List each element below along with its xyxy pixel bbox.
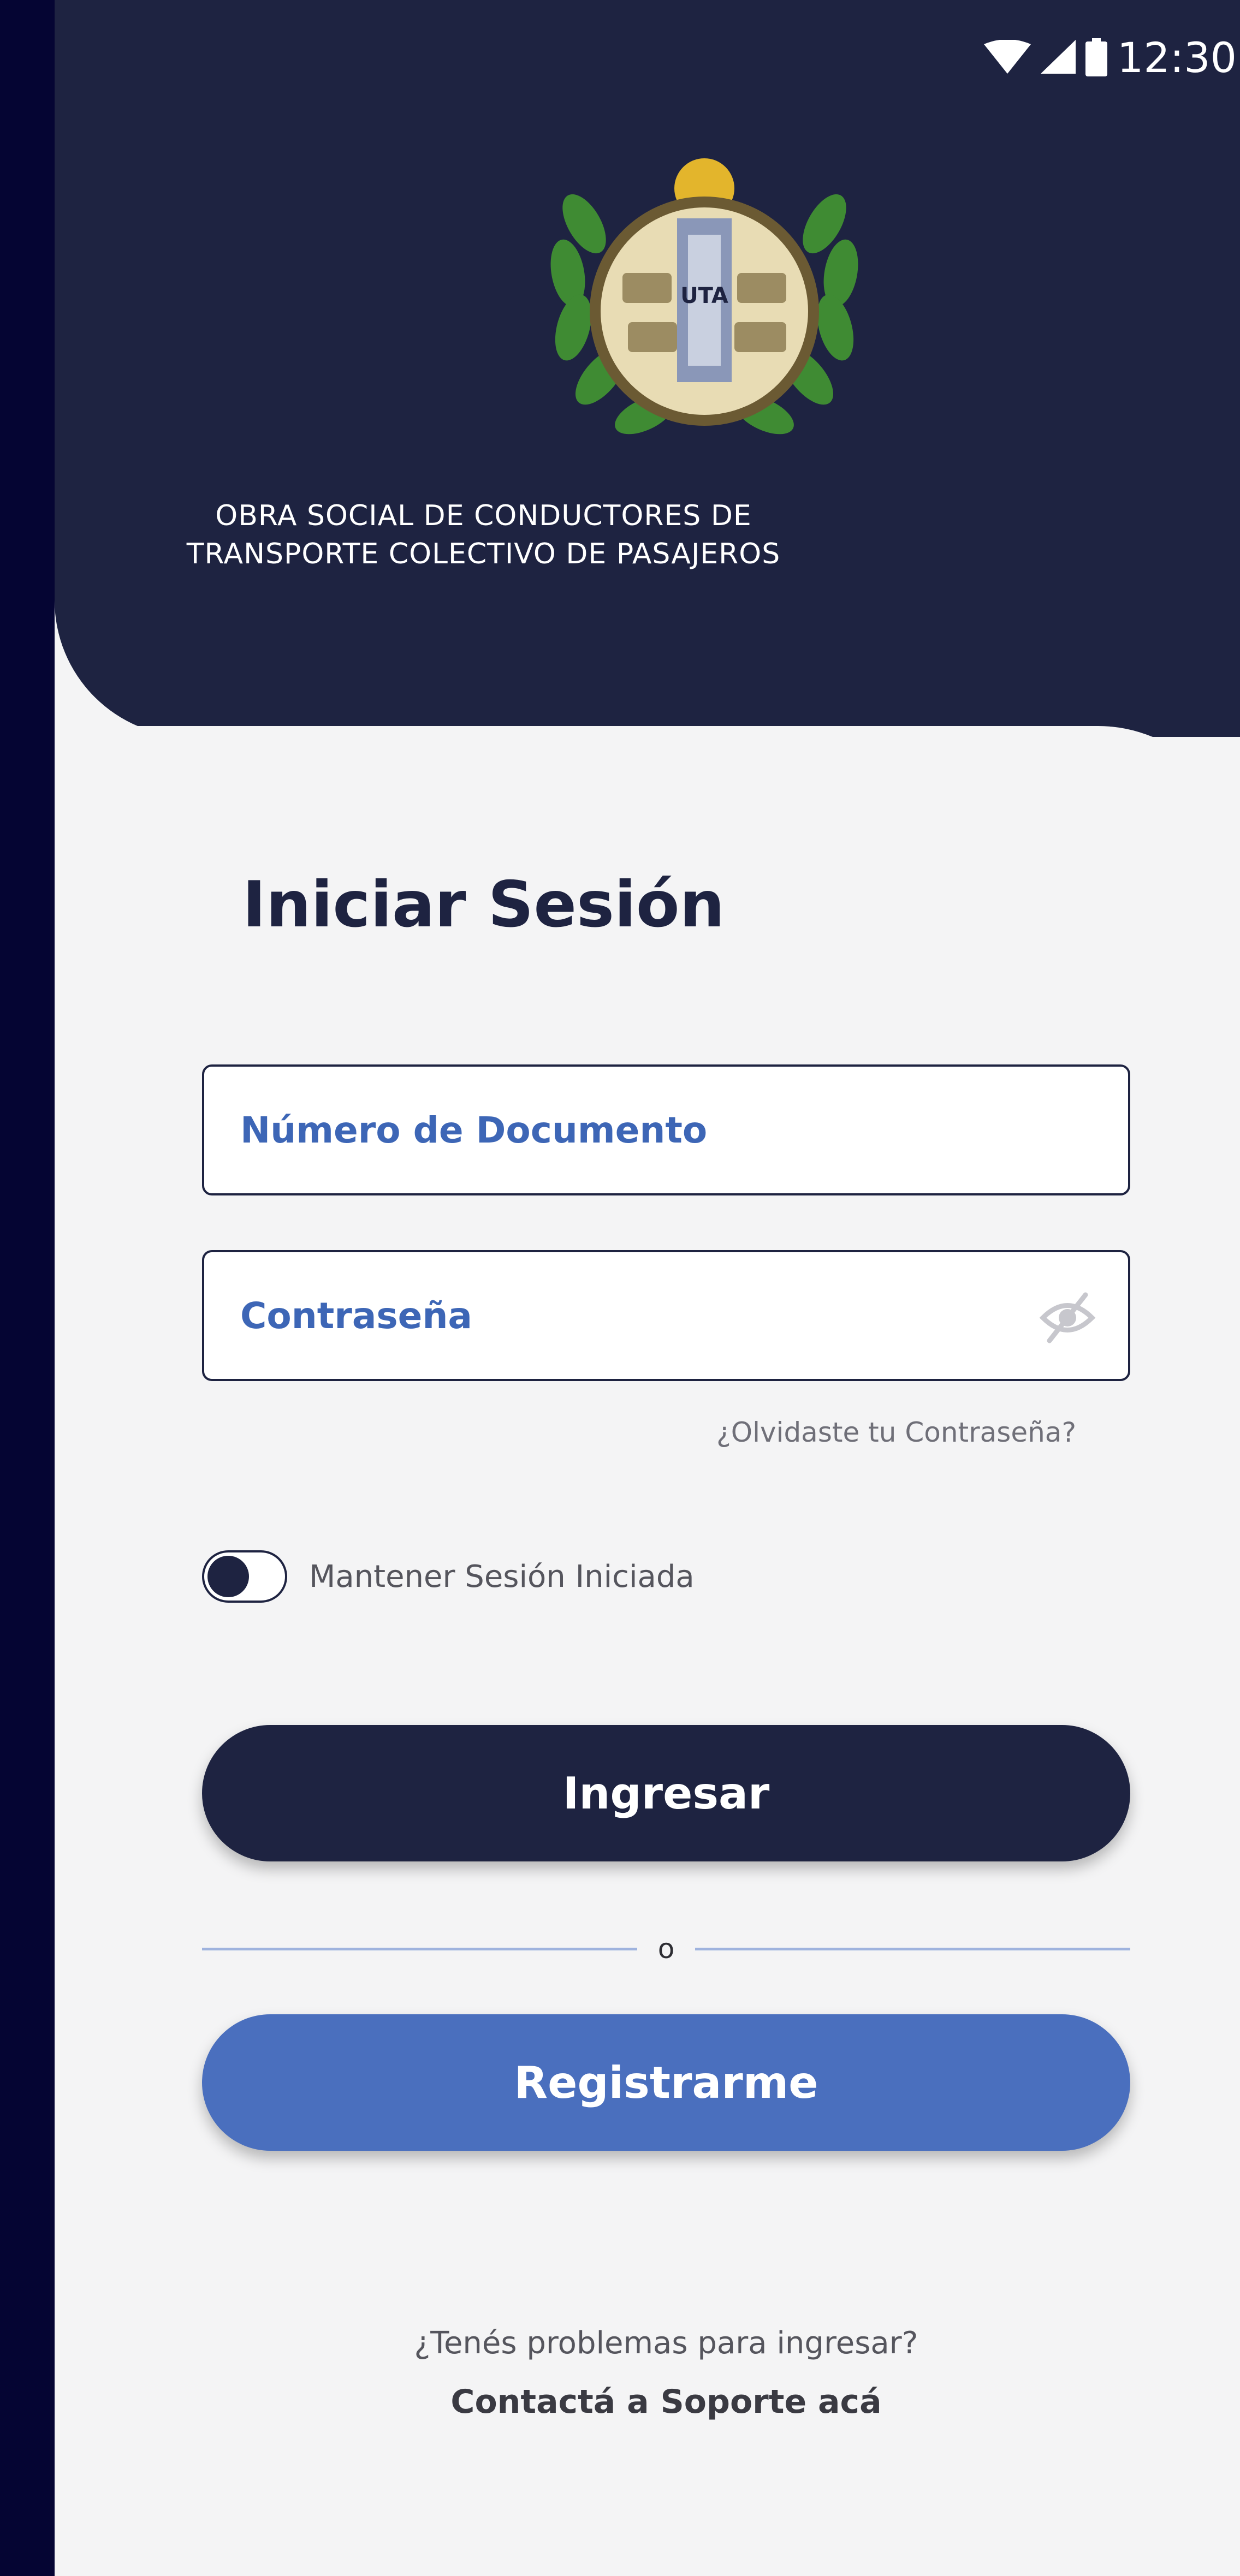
divider-line-right [695,1947,1130,1950]
org-name-line2: TRANSPORTE COLECTIVO DE PASAJEROS [186,538,781,570]
forgot-password-link[interactable]: ¿Olvidaste tu Contraseña? [716,1417,1076,1448]
page-title: Iniciar Sesión [242,868,725,942]
toggle-knob [207,1556,249,1597]
eye-off-icon[interactable] [1037,1290,1097,1345]
wifi-icon [983,40,1031,74]
phone-screen: 12:30 UTA OBRA SOCIAL DE CONDUCTORES DE … [55,0,1240,2576]
signal-icon [1040,40,1076,74]
login-button[interactable]: Ingresar [202,1725,1130,1861]
organization-name: OBRA SOCIAL DE CONDUCTORES DE TRANSPORTE… [55,497,912,573]
help-question: ¿Tenés problemas para ingresar? [414,2325,918,2361]
or-divider: o [202,1932,1130,1965]
register-button[interactable]: Registrarme [202,2014,1130,2151]
status-bar: 12:30 [983,27,1240,87]
clock: 12:30 [1117,33,1237,82]
divider-text: o [657,1933,675,1965]
password-input[interactable] [204,1252,1128,1379]
document-field[interactable] [202,1064,1130,1195]
org-name-line1: OBRA SOCIAL DE CONDUCTORES DE [215,499,752,532]
support-section: ¿Tenés problemas para ingresar? Contactá… [55,2325,1240,2421]
uta-seal-logo: UTA [550,158,858,435]
keep-session-toggle[interactable] [202,1550,287,1603]
keep-session-row: Mantener Sesión Iniciada [202,1550,695,1603]
logo-text: UTA [680,283,728,308]
divider-line-left [202,1947,637,1950]
document-input[interactable] [204,1067,1128,1193]
battery-icon [1085,38,1107,76]
support-link[interactable]: Contactá a Soporte acá [450,2383,881,2421]
password-field[interactable] [202,1250,1130,1381]
keep-session-label: Mantener Sesión Iniciada [309,1558,695,1595]
form-panel [55,726,1240,2576]
